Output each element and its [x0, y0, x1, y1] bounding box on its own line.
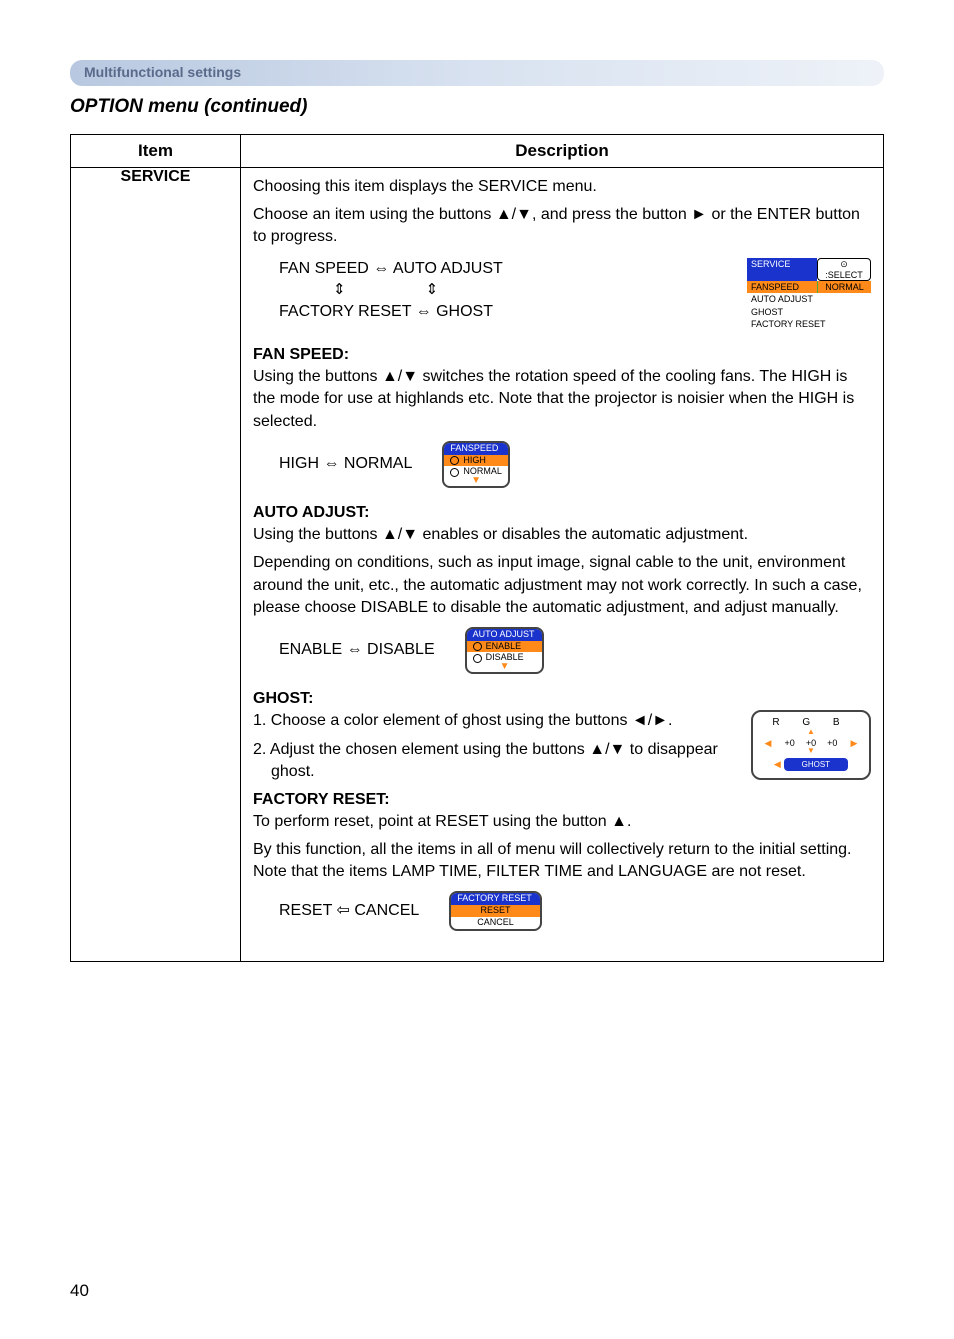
triangle-up-icon: ▲ [759, 730, 863, 735]
page-root: Multifunctional settings OPTION menu (co… [0, 0, 954, 1002]
factoryreset-opt-reset: RESET [451, 905, 540, 917]
fanspeed-toggle-row: HIGH ⇔ NORMAL FANSPEED HIGH NORMAL ▼ [279, 441, 871, 489]
service-box-normal: NORMAL [817, 281, 871, 293]
autoadjust-text1: Using the buttons ▲/▼ enables or disable… [253, 524, 871, 546]
factoryreset-toggle-row: RESET ⇦ CANCEL FACTORY RESET RESET CANCE… [279, 891, 871, 931]
factoryreset-section: FACTORY RESET: To perform reset, point a… [253, 789, 871, 931]
right-arrow-icon [849, 737, 858, 749]
nav-line-3: FACTORY RESET ⇔ GHOST [279, 301, 518, 323]
left-arrow-icon [765, 737, 774, 749]
service-table: Item Description SERVICE Choosing this i… [70, 134, 884, 962]
ghost-val-r: +0 [785, 737, 795, 749]
factoryreset-toggle: RESET ⇦ CANCEL [279, 900, 419, 922]
service-box-r1: AUTO ADJUST [747, 293, 871, 305]
factoryreset-opt-cancel: CANCEL [451, 917, 540, 929]
service-box-r3: FACTORY RESET [747, 318, 871, 330]
fanspeed-opt-high: HIGH [463, 455, 486, 465]
radio-selected-icon [450, 455, 463, 465]
th-desc: Description [241, 135, 884, 168]
up-down-arrow-icon: ⇕ [426, 281, 519, 298]
ghost-step1: 1. Choose a color element of ghost using… [253, 710, 741, 732]
item-name-cell: SERVICE [71, 168, 241, 962]
nav-row: FAN SPEED ⇔ AUTO ADJUST ⇕⇕ FACTORY RESET… [253, 258, 871, 330]
menu-title: OPTION menu (continued) [70, 96, 884, 118]
intro-1: Choosing this item displays the SERVICE … [253, 176, 871, 198]
ghost-box: R G B ▲ +0 +0 +0 ▼ ◀ G [751, 710, 871, 780]
fanspeed-heading: FAN SPEED: [253, 344, 871, 366]
nav-line-1: FAN SPEED ⇔ AUTO ADJUST [279, 258, 518, 280]
nav-arrows: ⇕⇕ [279, 280, 518, 301]
fanspeed-opt-normal: NORMAL [463, 466, 502, 476]
autoadjust-text2: Depending on conditions, such as input i… [253, 552, 871, 618]
th-item: Item [71, 135, 241, 168]
service-box-select: ⊙ :SELECT [817, 258, 871, 281]
ghost-val-b: +0 [827, 737, 837, 749]
up-down-arrow-icon: ⇕ [333, 281, 426, 298]
radio-empty-icon [473, 652, 486, 662]
autoadjust-toggle: ENABLE ⇔ DISABLE [279, 639, 435, 661]
ghost-step2: 2. Adjust the chosen element using the b… [253, 739, 741, 783]
intro-2: Choose an item using the buttons ▲/▼, an… [253, 204, 871, 248]
autoadjust-toggle-row: ENABLE ⇔ DISABLE AUTO ADJUST ENABLE DISA… [279, 627, 871, 675]
page-number: 40 [70, 1281, 89, 1301]
triangle-down-icon: ▼ [444, 478, 508, 486]
autoadjust-box-title: AUTO ADJUST [467, 629, 543, 641]
triangle-down-icon: ▼ [467, 664, 543, 672]
service-menu-box: SERVICE ⊙ :SELECT FANSPEED NORMAL AUTO A… [747, 258, 871, 330]
radio-selected-icon [473, 641, 486, 651]
factoryreset-heading: FACTORY RESET: [253, 789, 871, 811]
ghost-heading: GHOST: [253, 688, 871, 710]
service-box-r2: GHOST [747, 306, 871, 318]
left-arrow-icon: ◀ [774, 759, 781, 769]
ghost-label-button: GHOST [784, 758, 848, 771]
service-box-fanspeed: FANSPEED [747, 281, 817, 293]
fanspeed-section: FAN SPEED: Using the buttons ▲/▼ switche… [253, 344, 871, 488]
section-bar: Multifunctional settings [70, 60, 884, 86]
factoryreset-box-title: FACTORY RESET [451, 893, 540, 905]
section-bar-text: Multifunctional settings [84, 64, 241, 80]
fanspeed-toggle: HIGH ⇔ NORMAL [279, 453, 412, 475]
factoryreset-box: FACTORY RESET RESET CANCEL [449, 891, 542, 931]
fanspeed-text: Using the buttons ▲/▼ switches the rotat… [253, 366, 871, 432]
fanspeed-box: FANSPEED HIGH NORMAL ▼ [442, 441, 510, 489]
radio-empty-icon [450, 466, 463, 476]
autoadjust-section: AUTO ADJUST: Using the buttons ▲/▼ enabl… [253, 502, 871, 674]
ghost-section: GHOST: 1. Choose a color element of ghos… [253, 688, 871, 788]
factoryreset-text1: To perform reset, point at RESET using t… [253, 811, 871, 833]
factoryreset-text2: By this function, all the items in all o… [253, 839, 871, 883]
autoadjust-box: AUTO ADJUST ENABLE DISABLE ▼ [465, 627, 545, 675]
fanspeed-box-title: FANSPEED [444, 443, 508, 455]
desc-cell: Choosing this item displays the SERVICE … [241, 168, 884, 962]
nav-options: FAN SPEED ⇔ AUTO ADJUST ⇕⇕ FACTORY RESET… [253, 258, 518, 323]
service-box-title: SERVICE [747, 258, 817, 281]
autoadjust-opt-enable: ENABLE [486, 641, 522, 651]
autoadjust-heading: AUTO ADJUST: [253, 502, 871, 524]
